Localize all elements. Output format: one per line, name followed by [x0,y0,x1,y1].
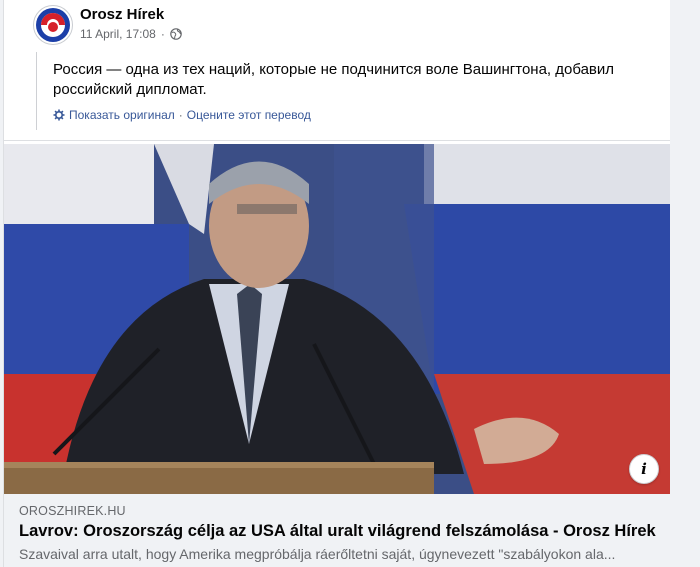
post-meta: 11 April, 17:08 · [80,27,182,41]
preview-meta[interactable]: OROSZHIREK.HU Lavrov: Oroszország célja … [4,494,671,567]
post-card: Orosz Hírek 11 April, 17:08 · Россия — о… [3,0,672,567]
gear-icon [53,109,65,121]
post-header: Orosz Hírek 11 April, 17:08 · [4,0,671,48]
rate-translation-link[interactable]: Оцените этот перевод [187,108,311,122]
translated-post-text-box: Россия — одна из тех наций, которые не п… [36,52,659,130]
preview-image[interactable]: i [4,144,671,494]
post-timestamp[interactable]: 11 April, 17:08 [80,27,156,41]
post-text: Россия — одна из тех наций, которые не п… [53,61,615,98]
globe-icon[interactable] [170,28,182,40]
info-button[interactable]: i [629,454,659,484]
divider [4,140,671,141]
page-name[interactable]: Orosz Hírek [80,6,164,23]
scrollbar-area[interactable] [670,0,700,567]
preview-headline[interactable]: Lavrov: Oroszország célja az USA által u… [19,522,659,541]
link-separator: · [178,108,183,122]
show-original-link[interactable]: Показать оригинал [69,108,175,122]
link-preview[interactable]: i OROSZHIREK.HU Lavrov: Oroszország célj… [4,144,671,567]
translation-links: Показать оригинал · Оцените этот перевод [53,108,311,122]
preview-photo [4,144,671,494]
avatar-logo-icon [36,8,70,42]
preview-domain: OROSZHIREK.HU [19,504,126,518]
page-avatar[interactable] [33,5,73,45]
preview-description: Szavaival arra utalt, hogy Amerika megpr… [19,546,616,562]
